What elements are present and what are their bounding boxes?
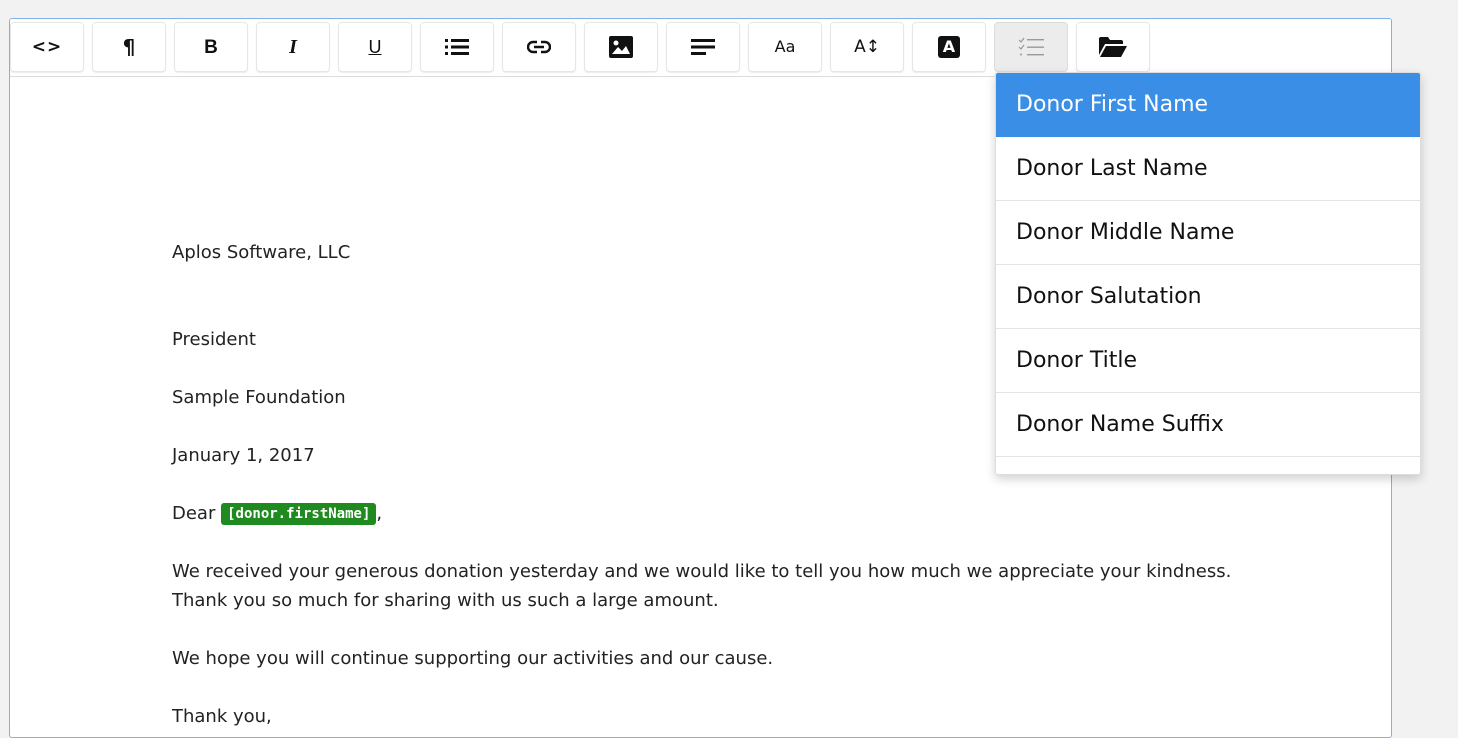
italic-button[interactable]: I bbox=[256, 22, 330, 72]
body-line: We received your generous donation yeste… bbox=[172, 561, 1232, 582]
merge-tag[interactable]: [donor.firstName] bbox=[221, 503, 377, 525]
text-color-button[interactable]: A bbox=[912, 22, 986, 72]
code-view-button[interactable]: <> bbox=[10, 22, 84, 72]
code-icon: <> bbox=[31, 36, 63, 57]
closing-line: Thank you, bbox=[172, 706, 272, 727]
font-family-icon: Aa bbox=[774, 37, 796, 56]
dropdown-item-donor-title[interactable]: Donor Title bbox=[996, 329, 1420, 393]
merge-fields-button[interactable] bbox=[994, 22, 1068, 72]
list-button[interactable] bbox=[420, 22, 494, 72]
list-icon bbox=[445, 39, 469, 55]
checklist-icon bbox=[1018, 37, 1044, 56]
align-left-icon bbox=[691, 39, 715, 55]
underline-icon: U bbox=[368, 37, 382, 57]
link-button[interactable] bbox=[502, 22, 576, 72]
italic-icon: I bbox=[289, 36, 297, 58]
image-icon bbox=[609, 36, 633, 58]
editor-toolbar: <> ¶ B I U Aa A↕ A bbox=[10, 19, 1391, 77]
body-line: We hope you will continue supporting our… bbox=[172, 648, 774, 669]
align-button[interactable] bbox=[666, 22, 740, 72]
text-color-icon: A bbox=[938, 36, 960, 58]
paragraph-button[interactable]: ¶ bbox=[92, 22, 166, 72]
dropdown-item-donor-middle-name[interactable]: Donor Middle Name bbox=[996, 201, 1420, 265]
dropdown-item-donor-last-name[interactable]: Donor Last Name bbox=[996, 137, 1420, 201]
organization-line: Sample Foundation bbox=[172, 387, 346, 408]
merge-field-dropdown: Donor First Name Donor Last Name Donor M… bbox=[995, 72, 1421, 475]
link-icon bbox=[527, 40, 551, 54]
bold-button[interactable]: B bbox=[174, 22, 248, 72]
date-line: January 1, 2017 bbox=[172, 445, 315, 466]
greeting-prefix: Dear bbox=[172, 503, 216, 524]
pilcrow-icon: ¶ bbox=[122, 35, 136, 59]
templates-button[interactable] bbox=[1076, 22, 1150, 72]
greeting-line: Dear [donor.firstName], bbox=[172, 500, 382, 528]
folder-open-icon bbox=[1099, 37, 1127, 57]
dropdown-item-donor-first-name[interactable]: Donor First Name bbox=[996, 73, 1420, 137]
font-family-button[interactable]: Aa bbox=[748, 22, 822, 72]
company-line: Aplos Software, LLC bbox=[172, 242, 351, 263]
body-line: Thank you so much for sharing with us su… bbox=[172, 590, 719, 611]
font-size-icon: A↕ bbox=[854, 36, 880, 57]
underline-button[interactable]: U bbox=[338, 22, 412, 72]
greeting-suffix: , bbox=[376, 503, 383, 524]
bold-icon: B bbox=[204, 36, 218, 58]
title-line: President bbox=[172, 329, 256, 350]
dropdown-item-donor-name-suffix[interactable]: Donor Name Suffix bbox=[996, 393, 1420, 457]
font-size-button[interactable]: A↕ bbox=[830, 22, 904, 72]
image-button[interactable] bbox=[584, 22, 658, 72]
dropdown-item-donor-salutation[interactable]: Donor Salutation bbox=[996, 265, 1420, 329]
